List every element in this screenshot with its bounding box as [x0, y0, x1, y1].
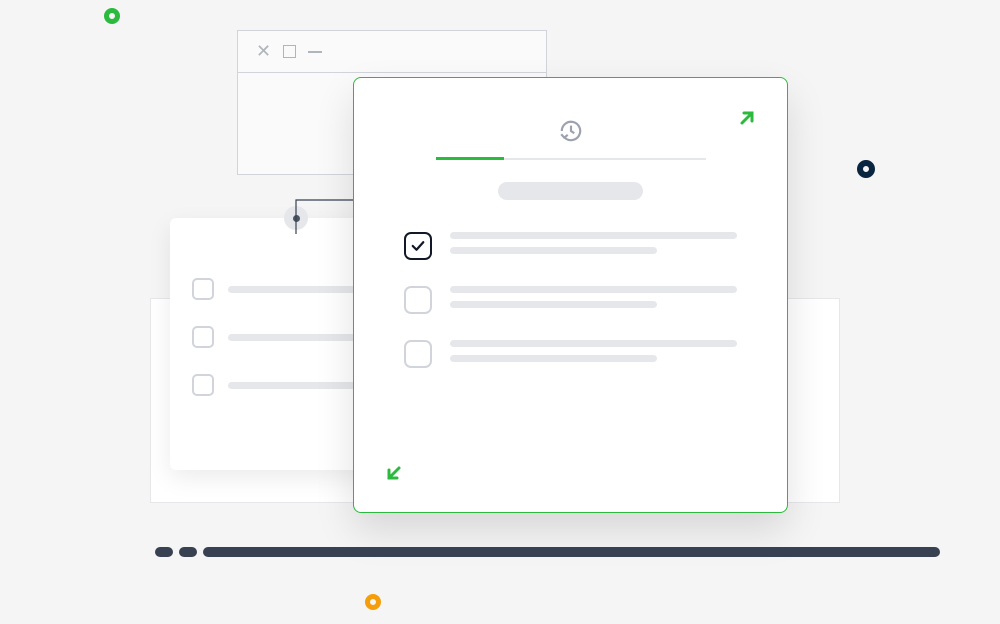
placeholder-line	[450, 355, 657, 362]
placeholder-line	[450, 301, 657, 308]
expand-arrow-up-right-icon[interactable]	[735, 106, 759, 135]
maximize-icon	[283, 45, 296, 58]
timeline-segment	[155, 547, 173, 557]
placeholder-line	[450, 286, 737, 293]
task-row	[404, 286, 737, 314]
minimize-icon	[308, 51, 322, 53]
timeline-segment	[203, 547, 940, 557]
checkbox-icon[interactable]	[404, 340, 432, 368]
connector-node	[284, 206, 308, 230]
progress-active-segment	[436, 157, 504, 160]
expand-arrow-down-left-icon[interactable]	[382, 461, 406, 490]
progress-track	[436, 158, 706, 160]
timeline-segment	[179, 547, 197, 557]
task-row	[404, 340, 737, 368]
accent-dot-orange	[365, 594, 381, 610]
task-row	[404, 232, 737, 260]
window-titlebar: ✕	[238, 31, 546, 73]
placeholder-line	[450, 247, 657, 254]
header-placeholder	[498, 182, 643, 200]
checkbox-icon[interactable]	[404, 286, 432, 314]
history-clock-icon	[404, 118, 737, 144]
placeholder-line	[450, 340, 737, 347]
accent-dot-navy	[857, 160, 875, 178]
checkbox-icon[interactable]	[192, 278, 214, 300]
checkbox-icon[interactable]	[192, 374, 214, 396]
placeholder-line	[450, 232, 737, 239]
timeline-track[interactable]	[155, 547, 940, 557]
main-card	[353, 77, 788, 513]
checkbox-icon[interactable]	[192, 326, 214, 348]
checkbox-checked-icon[interactable]	[404, 232, 432, 260]
close-icon: ✕	[256, 41, 271, 62]
accent-dot-green	[104, 8, 120, 24]
